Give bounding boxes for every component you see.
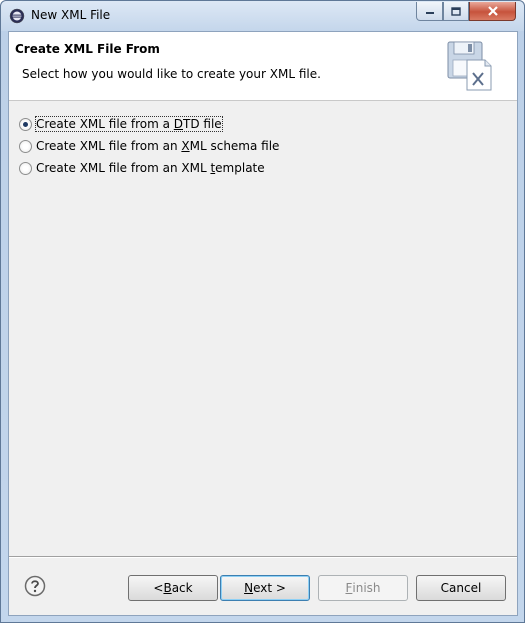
maximize-button[interactable] xyxy=(443,2,469,21)
wizard-banner: Create XML File From Select how you woul… xyxy=(9,32,517,101)
option-template[interactable]: Create XML file from an XML template xyxy=(19,161,265,175)
minimize-button[interactable] xyxy=(416,2,443,21)
eclipse-icon xyxy=(9,8,25,24)
dialog-window: New XML File Create XML File From Select… xyxy=(0,0,525,623)
option-schema[interactable]: Create XML file from an XML schema file xyxy=(19,139,279,153)
option-schema-label[interactable]: Create XML file from an XML schema file xyxy=(36,139,279,153)
title-bar[interactable]: New XML File xyxy=(1,1,524,31)
cancel-button[interactable]: Cancel xyxy=(416,575,506,601)
maximize-icon xyxy=(451,6,461,16)
radio-schema[interactable] xyxy=(19,139,32,153)
dialog-client-area: Create XML File From Select how you woul… xyxy=(8,31,518,616)
option-template-label[interactable]: Create XML file from an XML template xyxy=(36,161,265,175)
option-dtd-label[interactable]: Create XML file from a DTD file xyxy=(35,116,223,132)
help-icon[interactable] xyxy=(24,575,46,597)
option-dtd[interactable]: Create XML file from a DTD file xyxy=(19,116,223,132)
page-description: Select how you would like to create your… xyxy=(22,67,321,81)
back-button[interactable]: < Back xyxy=(128,575,218,601)
close-button[interactable] xyxy=(469,2,516,21)
minimize-icon xyxy=(425,12,434,14)
close-icon xyxy=(487,6,498,16)
finish-button[interactable]: Finish xyxy=(318,575,408,601)
footer-divider xyxy=(9,556,517,558)
page-title: Create XML File From xyxy=(15,42,160,56)
next-button[interactable]: Next > xyxy=(220,575,310,601)
xml-file-save-icon xyxy=(447,41,492,91)
radio-dtd[interactable] xyxy=(19,117,32,131)
window-title: New XML File xyxy=(31,8,111,22)
radio-selected-dot xyxy=(23,121,28,127)
radio-template[interactable] xyxy=(19,161,32,175)
